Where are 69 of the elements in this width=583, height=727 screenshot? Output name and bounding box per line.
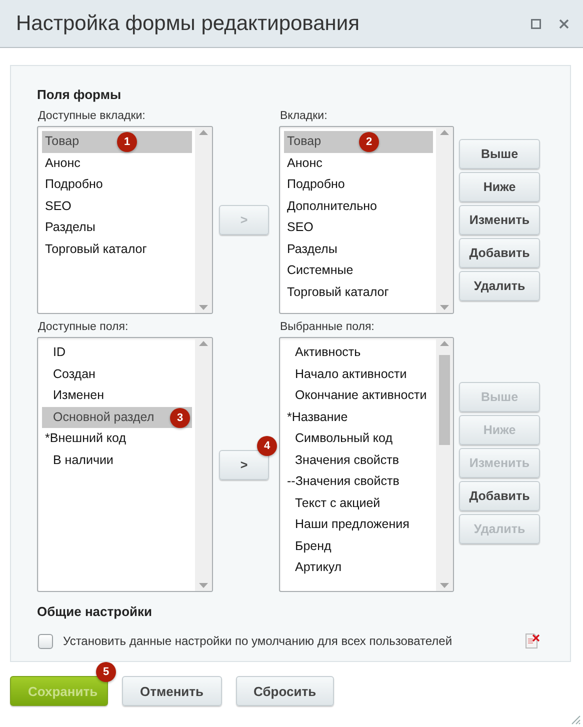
list-box[interactable]: Товар 1 Анонс Подробно SEO Разделы Торговый каталог: [37, 126, 213, 314]
list-action-button[interactable]: Добавить: [459, 481, 540, 511]
step-badge: 5: [96, 662, 116, 682]
list-label: Выбранные поля:: [280, 321, 374, 333]
list-item[interactable]: SEO: [42, 196, 192, 217]
list-item[interactable]: Торговый каталог: [42, 238, 192, 260]
list-item[interactable]: ID: [42, 342, 192, 364]
scroll-up-icon[interactable]: [440, 130, 449, 135]
scroll-down-icon[interactable]: [199, 583, 208, 588]
list-box[interactable]: ID Создан Изменен Основной раздел 3 *Внешний код В наличии: [37, 337, 213, 592]
list-item[interactable]: Подробно: [284, 174, 433, 196]
list-label: Доступные вкладки:: [38, 110, 146, 122]
list-item[interactable]: Окончание активности: [284, 385, 433, 406]
maximize-icon[interactable]: [531, 18, 541, 28]
scroll-up-icon[interactable]: [199, 130, 208, 135]
close-icon[interactable]: [559, 18, 569, 28]
list-item[interactable]: Создан: [42, 364, 192, 385]
list-item[interactable]: --Значения свойств: [284, 471, 433, 492]
list-action-button[interactable]: Удалить: [459, 271, 540, 301]
list-action-button[interactable]: Выше: [459, 139, 540, 169]
list-action-button[interactable]: Изменить: [459, 205, 540, 235]
list-item[interactable]: Наши предложения: [284, 514, 433, 536]
list-item[interactable]: Начало активности: [284, 364, 433, 385]
footer-button[interactable]: Отменить: [122, 676, 222, 706]
list-item[interactable]: Дополнительно: [284, 196, 433, 217]
section-title: Общие настройки: [37, 604, 152, 619]
list-item[interactable]: *Внешний код: [42, 428, 192, 450]
scrollbar[interactable]: [195, 338, 212, 591]
list-item[interactable]: Разделы: [284, 238, 433, 260]
list-label: Вкладки:: [280, 110, 328, 122]
list-item[interactable]: Бренд: [284, 536, 433, 557]
list-item[interactable]: Разделы: [42, 217, 192, 238]
list-box[interactable]: Товар 2 Анонс Подробно Дополнительно SEO Разделы Системные Торговый каталог: [279, 126, 454, 314]
list-item[interactable]: Активность: [284, 342, 433, 364]
scrollbar[interactable]: [436, 127, 453, 313]
list-item[interactable]: Артикул: [284, 557, 433, 578]
list-item[interactable]: В наличии: [42, 450, 192, 471]
scrollbar[interactable]: [436, 338, 453, 591]
list-action-button[interactable]: Добавить: [459, 238, 540, 268]
document-delete-icon[interactable]: [524, 633, 540, 649]
scrollbar[interactable]: [195, 127, 212, 313]
window-title: Настройка формы редактирования: [16, 12, 360, 36]
list-item[interactable]: Значения свойств: [284, 450, 433, 471]
list-action-button[interactable]: Ниже: [459, 172, 540, 202]
list-item[interactable]: Анонс: [42, 152, 192, 174]
list-item[interactable]: Системные: [284, 260, 433, 282]
scroll-down-icon[interactable]: [440, 583, 449, 588]
footer-button[interactable]: Сбросить: [236, 676, 334, 706]
list-box[interactable]: Активность Начало активности Окончание активности *Название Символьный код Значения свойств --Значения свойств Текст с акцией Наши предложения Бренд Артикул: [279, 337, 454, 592]
scroll-down-icon[interactable]: [440, 305, 449, 310]
resize-grip-icon[interactable]: [569, 713, 581, 725]
list-item[interactable]: Анонс: [284, 152, 433, 174]
step-badge: 4: [257, 436, 277, 456]
list-label: Доступные поля:: [38, 321, 128, 333]
checkbox-label: Установить данные настройки по умолчанию для всех пользователей: [63, 634, 454, 648]
list-item[interactable]: Торговый каталог: [284, 282, 433, 303]
list-item[interactable]: Изменен: [42, 385, 192, 406]
scroll-down-icon[interactable]: [199, 305, 208, 310]
move-button[interactable]: >: [219, 450, 269, 480]
scroll-up-icon[interactable]: [199, 341, 208, 346]
list-item[interactable]: Текст с акцией: [284, 492, 433, 514]
list-item[interactable]: SEO: [284, 217, 433, 238]
list-item[interactable]: Символьный код: [284, 428, 433, 450]
list-item[interactable]: Подробно: [42, 174, 192, 196]
scroll-thumb[interactable]: [439, 355, 450, 445]
section-title: Поля формы: [37, 87, 122, 102]
checkbox[interactable]: [38, 634, 53, 648]
list-item[interactable]: *Название: [284, 406, 433, 428]
scroll-up-icon[interactable]: [440, 341, 449, 346]
